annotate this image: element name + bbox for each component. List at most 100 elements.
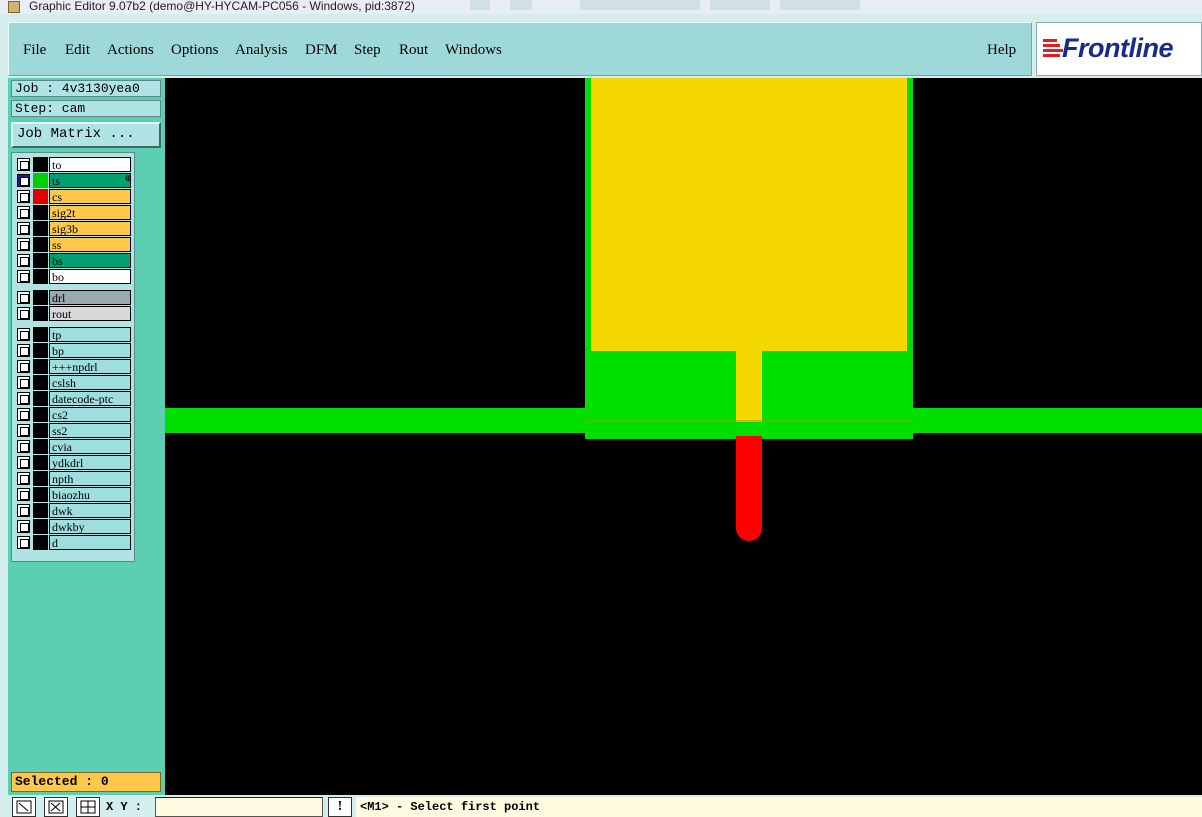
layer-checkbox[interactable]	[17, 440, 30, 453]
layer-color-swatch[interactable]	[33, 290, 48, 305]
layer-name[interactable]: sig3b	[49, 221, 131, 236]
layer-checkbox[interactable]	[17, 456, 30, 469]
layer-color-swatch[interactable]	[33, 359, 48, 374]
pcb-drawing[interactable]	[165, 78, 1202, 795]
layer-name[interactable]: +++npdrl	[49, 359, 131, 374]
layer-row-bp[interactable]: bp	[17, 343, 134, 358]
copper-pad[interactable]	[591, 78, 907, 351]
menu-actions[interactable]: Actions	[107, 42, 154, 59]
layer-checkbox[interactable]	[17, 328, 30, 341]
layer-checkbox[interactable]	[17, 174, 30, 187]
measure-icon[interactable]	[44, 797, 68, 817]
layer-name[interactable]: drl	[49, 290, 131, 305]
layer-checkbox[interactable]	[17, 158, 30, 171]
layer-name[interactable]: biaozhu	[49, 487, 131, 502]
menu-dfm[interactable]: DFM	[305, 42, 338, 59]
zoom-area-icon[interactable]	[12, 797, 36, 817]
warning-button[interactable]: !	[328, 797, 352, 817]
layer-color-swatch[interactable]	[33, 157, 48, 172]
layer-checkbox[interactable]	[17, 360, 30, 373]
layer-checkbox[interactable]	[17, 291, 30, 304]
layer-color-swatch[interactable]	[33, 535, 48, 550]
menu-file[interactable]: File	[23, 42, 46, 59]
copper-neck[interactable]	[736, 350, 762, 422]
layer-row-d[interactable]: d	[17, 535, 134, 550]
layer-checkbox[interactable]	[17, 238, 30, 251]
paste-finger[interactable]	[736, 436, 762, 541]
layer-color-swatch[interactable]	[33, 439, 48, 454]
layer-checkbox[interactable]	[17, 307, 30, 320]
layer-row-tp[interactable]: tp	[17, 327, 134, 342]
layer-color-swatch[interactable]	[33, 391, 48, 406]
layer-checkbox[interactable]	[17, 472, 30, 485]
layer-color-swatch[interactable]	[33, 487, 48, 502]
layer-color-swatch[interactable]	[33, 205, 48, 220]
layer-row-ss2[interactable]: ss2	[17, 423, 134, 438]
layer-name[interactable]: to	[49, 157, 131, 172]
xy-input[interactable]	[155, 797, 323, 817]
layer-name[interactable]: cs	[49, 189, 131, 204]
job-matrix-button[interactable]: Job Matrix ...	[11, 122, 161, 148]
layer-checkbox[interactable]	[17, 536, 30, 549]
layer-name[interactable]: dwkby	[49, 519, 131, 534]
layer-list-scrollbar[interactable]	[137, 152, 163, 562]
menu-help[interactable]: Help	[987, 42, 1016, 59]
layer-row-ydkdrl[interactable]: ydkdrl	[17, 455, 134, 470]
layer-row-ts[interactable]: ts ⊕	[17, 173, 134, 188]
menu-options[interactable]: Options	[171, 42, 219, 59]
layer-row-bo[interactable]: bo	[17, 269, 134, 284]
layer-row-ss[interactable]: ss	[17, 237, 134, 252]
layer-checkbox[interactable]	[17, 392, 30, 405]
layer-color-swatch[interactable]	[33, 423, 48, 438]
layer-name[interactable]: cslsh	[49, 375, 131, 390]
layer-row-to[interactable]: to	[17, 157, 134, 172]
layer-color-swatch[interactable]	[33, 519, 48, 534]
layer-checkbox[interactable]	[17, 408, 30, 421]
layer-row-dwk[interactable]: dwk	[17, 503, 134, 518]
menu-step[interactable]: Step	[354, 42, 381, 59]
layer-name[interactable]: dwk	[49, 503, 131, 518]
layer-name[interactable]: sig2t	[49, 205, 131, 220]
layer-checkbox[interactable]	[17, 520, 30, 533]
layer-checkbox[interactable]	[17, 222, 30, 235]
layer-row-drl[interactable]: drl	[17, 290, 134, 305]
layer-checkbox[interactable]	[17, 376, 30, 389]
layer-color-swatch[interactable]	[33, 237, 48, 252]
layer-name[interactable]: bo	[49, 269, 131, 284]
layer-name[interactable]: d	[49, 535, 131, 550]
layer-color-swatch[interactable]	[33, 327, 48, 342]
layer-color-swatch[interactable]	[33, 306, 48, 321]
layer-color-swatch[interactable]	[33, 455, 48, 470]
graphic-canvas[interactable]	[165, 78, 1202, 795]
layer-name[interactable]: bp	[49, 343, 131, 358]
layer-color-swatch[interactable]	[33, 407, 48, 422]
layer-color-swatch[interactable]	[33, 471, 48, 486]
layer-name[interactable]: rout	[49, 306, 131, 321]
layer-checkbox[interactable]	[17, 206, 30, 219]
layer-color-swatch[interactable]	[33, 343, 48, 358]
layer-checkbox[interactable]	[17, 254, 30, 267]
layer-row-cs[interactable]: cs	[17, 189, 134, 204]
layer-name[interactable]: ss2	[49, 423, 131, 438]
layer-row-sig3b[interactable]: sig3b	[17, 221, 134, 236]
menu-rout[interactable]: Rout	[399, 42, 428, 59]
layer-row-cslsh[interactable]: cslsh	[17, 375, 134, 390]
layer-name[interactable]: datecode-ptc	[49, 391, 131, 406]
layer-checkbox[interactable]	[17, 504, 30, 517]
layer-row-datecode-ptc[interactable]: datecode-ptc	[17, 391, 134, 406]
layer-name[interactable]: cvia	[49, 439, 131, 454]
layer-checkbox[interactable]	[17, 488, 30, 501]
layer-row-bs[interactable]: bs	[17, 253, 134, 268]
layer-color-swatch[interactable]	[33, 375, 48, 390]
layer-row-dwkby[interactable]: dwkby	[17, 519, 134, 534]
menu-windows[interactable]: Windows	[445, 42, 502, 59]
layer-name[interactable]: npth	[49, 471, 131, 486]
layer-checkbox[interactable]	[17, 190, 30, 203]
layer-checkbox[interactable]	[17, 270, 30, 283]
layer-checkbox[interactable]	[17, 344, 30, 357]
layer-row-cs2[interactable]: cs2	[17, 407, 134, 422]
menu-analysis[interactable]: Analysis	[235, 42, 288, 59]
layer-row-cvia[interactable]: cvia	[17, 439, 134, 454]
layer-name[interactable]: ydkdrl	[49, 455, 131, 470]
snap-grid-icon[interactable]	[76, 797, 100, 817]
